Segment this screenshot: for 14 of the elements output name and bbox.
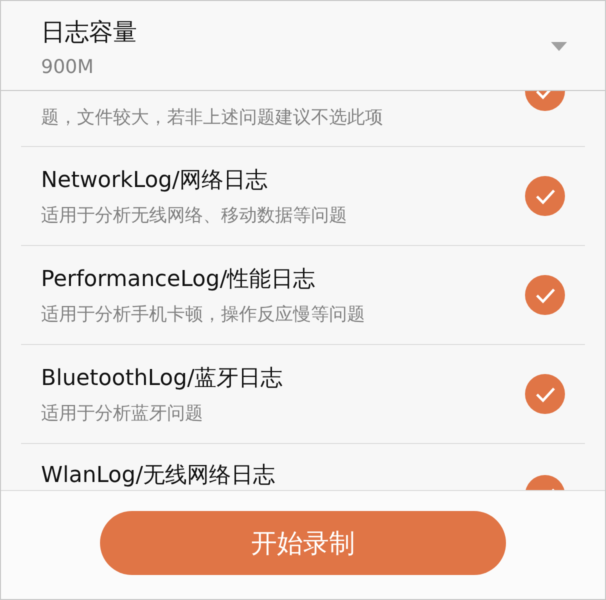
item-title: BluetoothLog/蓝牙日志 bbox=[41, 365, 283, 393]
checkbox[interactable] bbox=[525, 374, 565, 414]
item-description: 适用于分析无线网络、移动数据等问题 bbox=[41, 204, 347, 227]
checkbox[interactable] bbox=[525, 275, 565, 315]
item-title: PerformanceLog/性能日志 bbox=[41, 266, 316, 294]
item-title: WlanLog/无线网络日志 bbox=[41, 462, 275, 490]
dropdown-label: 日志容量 bbox=[41, 16, 137, 48]
checkbox[interactable] bbox=[525, 176, 565, 216]
item-description: 题，文件较大，若非上述问题建议不选此项 bbox=[41, 106, 383, 129]
item-title: NetworkLog/网络日志 bbox=[41, 167, 269, 195]
caret-icon bbox=[551, 42, 567, 52]
item-description: 适用于分析蓝牙问题 bbox=[41, 402, 204, 425]
dropdown-value: 900M bbox=[41, 56, 95, 78]
item-description: 适用于分析手机卡顿，操作反应慢等问题 bbox=[41, 303, 365, 326]
